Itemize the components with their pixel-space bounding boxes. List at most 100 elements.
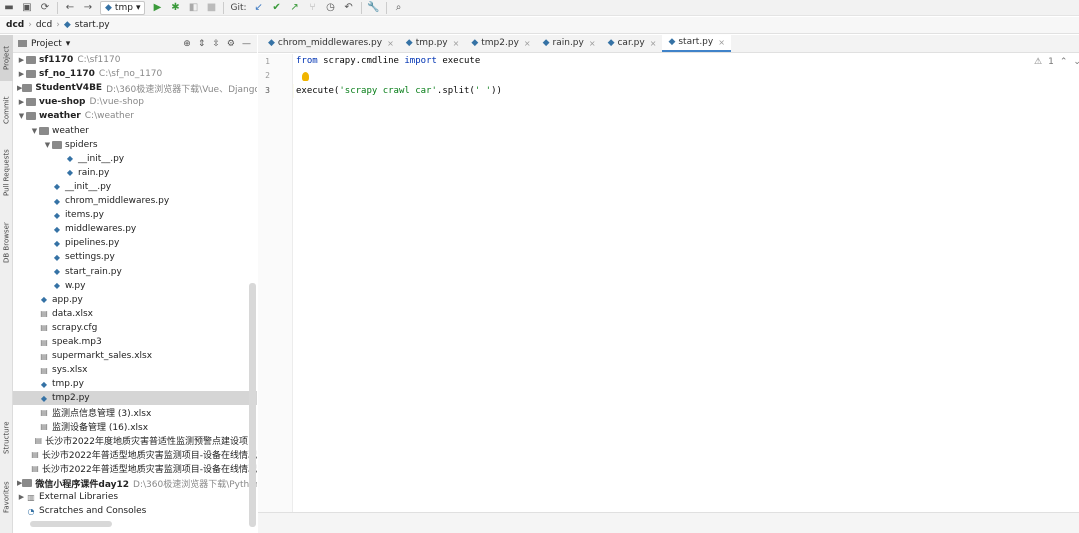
tree-item[interactable]: ◆ pipelines.py [13,236,257,250]
debug-icon[interactable]: ✱ [169,2,181,14]
stop-icon[interactable]: ■ [205,2,217,14]
file-icon: ▤ [40,365,48,375]
tree-vertical-scrollbar[interactable] [249,283,256,527]
tree-item[interactable]: ◆ chrom_middlewares.py [13,194,257,208]
tab-structure[interactable]: Structure [0,415,13,461]
tree-item[interactable]: ▤ sys.xlsx [13,363,257,377]
editor-tab[interactable]: ◆ car.py × [602,34,663,52]
keyword: import [404,56,437,66]
close-icon[interactable]: × [589,39,596,48]
tab-project[interactable]: Project [0,35,13,81]
tree-item[interactable]: ◆ middlewares.py [13,222,257,236]
coverage-icon[interactable]: ◧ [187,2,199,14]
tree-item[interactable]: ◆ tmp.py [13,377,257,391]
main-toolbar: ▬ ▣ ⟳ ← → ◆ tmp ▾ ▶ ✱ ◧ ■ Git: ↙ ✔ ↗ ⑂ ◷… [0,0,1079,16]
tree-item[interactable]: ▤ scrapy.cfg [13,321,257,335]
tree-item[interactable]: ◆ items.py [13,208,257,222]
wrench-icon[interactable]: 🔧 [367,2,379,14]
editor-tab[interactable]: ◆ chrom_middlewares.py × [262,34,400,52]
close-icon[interactable]: × [718,38,725,47]
tree-item[interactable]: ◔ Scratches and Consoles [13,504,257,518]
tab-favorites[interactable]: Favorites [0,475,13,519]
close-icon[interactable]: × [524,39,531,48]
collapsed-arrow-icon[interactable]: ▶ [17,98,26,106]
expand-all-icon[interactable]: ⇕ [198,39,206,49]
tree-item[interactable]: ▶ sf1170 C:\sf1170 [13,53,257,67]
search-icon[interactable]: ⌕ [393,2,405,14]
breadcrumb-file[interactable]: start.py [75,20,110,30]
git-branch-icon[interactable]: ⑂ [307,2,319,14]
tree-item[interactable]: ◆ app.py [13,293,257,307]
expanded-arrow-icon[interactable]: ▼ [17,112,26,120]
tree-item[interactable]: ◆ start_rain.py [13,265,257,279]
tree-item[interactable]: ▼ weather [13,124,257,138]
git-update-icon[interactable]: ↙ [253,2,265,14]
tree-item[interactable]: ◆ settings.py [13,250,257,264]
sync-icon[interactable]: ⟳ [39,2,51,14]
tree-item[interactable]: ▤ speak.mp3 [13,335,257,349]
tree-item[interactable]: ◆ __init__.py [13,152,257,166]
chevron-down-icon[interactable]: ⌄ [1073,57,1079,67]
tree-item[interactable]: ▤ 监测点信息管理 (3).xlsx [13,406,257,420]
tree-item[interactable]: ▶ sf_no_1170 C:\sf_no_1170 [13,67,257,81]
tree-item[interactable]: ▤ supermarkt_sales.xlsx [13,349,257,363]
run-config-select[interactable]: ◆ tmp ▾ [100,0,146,15]
hide-icon[interactable]: — [242,39,251,49]
history-icon[interactable]: ◷ [325,2,337,14]
tree-item[interactable]: ▤ data.xlsx [13,307,257,321]
tree-item[interactable]: ▶ ▥ External Libraries [13,490,257,504]
forward-icon[interactable]: → [82,2,94,14]
close-icon[interactable]: × [650,39,657,48]
tree-item[interactable]: ▤ 长沙市2022年度地质灾害普适性监测预警点建设项目 [13,434,257,448]
folder-icon [26,97,36,107]
tree-item[interactable]: ▤ 长沙市2022年普适型地质灾害监测项目-设备在线情况 [13,462,257,476]
git-commit-icon[interactable]: ✔ [271,2,283,14]
tab-db-browser[interactable]: DB Browser [0,217,13,269]
inspection-widget[interactable]: ⚠ 1 ⌃ ⌄ [1034,57,1079,67]
tree-item[interactable]: ◆ tmp2.py [13,391,257,406]
collapsed-arrow-icon[interactable]: ▶ [17,70,26,78]
chevron-down-icon[interactable]: ▾ [66,39,71,49]
breadcrumb-folder[interactable]: dcd [36,20,52,30]
tree-item[interactable]: ▼ weather C:\weather [13,109,257,123]
code-editor[interactable]: from scrapy.cmdline import execute execu… [294,54,1079,512]
run-icon[interactable]: ▶ [151,2,163,14]
close-icon[interactable]: × [387,39,394,48]
close-icon[interactable]: × [453,39,460,48]
breadcrumb-project[interactable]: dcd [6,20,24,30]
editor-tab[interactable]: ◆ tmp.py × [400,34,466,52]
tree-item[interactable]: ▶ 微信小程序课件day12 D:\360极速浏览器下载\Python+ [13,476,257,490]
locate-icon[interactable]: ⊕ [183,39,191,49]
expanded-arrow-icon[interactable]: ▼ [30,127,39,135]
code-line-3[interactable]: execute('scrapy crawl car'.split(' ')) [296,86,502,96]
save-icon[interactable]: ▣ [21,2,33,14]
tree-item[interactable]: ▶ vue-shop D:\vue-shop [13,95,257,109]
collapse-all-icon[interactable]: ⇳ [212,39,220,49]
collapsed-arrow-icon[interactable]: ▶ [17,493,26,501]
project-view-label[interactable]: Project [31,39,62,49]
back-icon[interactable]: ← [64,2,76,14]
editor-tab[interactable]: ◆ start.py × [662,34,731,52]
expanded-arrow-icon[interactable]: ▼ [43,141,52,149]
tree-item[interactable]: ▤ 长沙市2022年普适型地质灾害监测项目-设备在线情况 [13,448,257,462]
tree-item[interactable]: ▤ 监测设备管理 (16).xlsx [13,420,257,434]
gear-icon[interactable]: ⚙ [227,39,235,49]
tree-item[interactable]: ▶ StudentV4BE D:\360极速浏览器下载\Vue、Django商 [13,81,257,95]
tree-horizontal-scrollbar[interactable] [30,521,112,527]
tree-item[interactable]: ◆ rain.py [13,166,257,180]
rollback-icon[interactable]: ↶ [343,2,355,14]
tab-commit[interactable]: Commit [0,91,13,129]
git-push-icon[interactable]: ↗ [289,2,301,14]
editor-tab[interactable]: ◆ rain.py × [537,34,602,52]
open-folder-icon[interactable]: ▬ [3,2,15,14]
chevron-up-icon[interactable]: ⌃ [1060,57,1068,67]
tab-pull-requests[interactable]: Pull Requests [0,143,13,203]
lightbulb-icon[interactable] [302,72,309,81]
tree-item[interactable]: ▼ spiders [13,138,257,152]
tree-item[interactable]: ◆ __init__.py [13,180,257,194]
run-config-label: tmp [114,2,133,13]
collapsed-arrow-icon[interactable]: ▶ [17,56,26,64]
tree-item[interactable]: ◆ w.py [13,279,257,293]
editor-tab[interactable]: ◆ tmp2.py × [465,34,536,52]
code-line-1[interactable]: from scrapy.cmdline import execute [296,56,480,66]
